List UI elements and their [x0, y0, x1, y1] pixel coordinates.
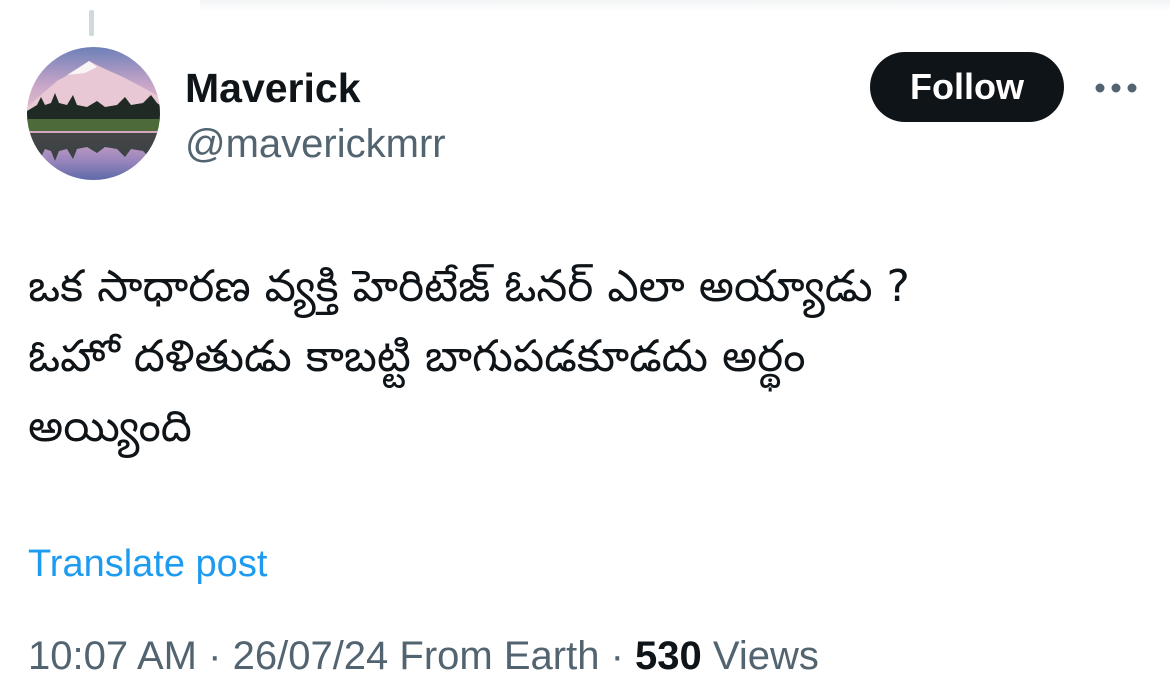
post-time[interactable]: 10:07 AM — [28, 634, 197, 678]
views-count[interactable]: 530 — [635, 634, 702, 678]
views-label: Views — [712, 634, 819, 678]
top-shade — [200, 0, 1170, 12]
post-date[interactable]: 26/07/24 — [233, 634, 389, 678]
thread-connector-line — [89, 10, 94, 36]
meta-separator: · — [208, 634, 222, 678]
post-source: From Earth — [399, 634, 600, 678]
more-options-button[interactable] — [1090, 72, 1142, 104]
post-metadata: 10:07 AM · 26/07/24 From Earth · 530 Vie… — [28, 630, 819, 682]
author-display-name[interactable]: Maverick — [185, 64, 361, 112]
post-text-line: ఒక సాధారణ వ్యక్తి హెరిటేజ్ ఓనర్ ఎలా అయ్య… — [28, 261, 910, 312]
translate-post-link[interactable]: Translate post — [28, 540, 267, 588]
meta-separator: · — [610, 634, 624, 678]
follow-button[interactable]: Follow — [870, 52, 1064, 122]
post-text-line: ఓహో దళితుడు కాబట్టి బాగుపడకూడదు అర్థం — [28, 331, 806, 382]
post-text-line: అయ్యింది — [28, 401, 192, 452]
author-avatar[interactable] — [27, 47, 160, 180]
author-handle[interactable]: @maverickmrr — [185, 120, 446, 168]
more-horizontal-icon — [1095, 83, 1137, 93]
post-text: ఒక సాధారణ వ్యక్తి హెరిటేజ్ ఓనర్ ఎలా అయ్య… — [28, 252, 1138, 462]
mountain-lake-avatar-icon — [27, 47, 160, 180]
